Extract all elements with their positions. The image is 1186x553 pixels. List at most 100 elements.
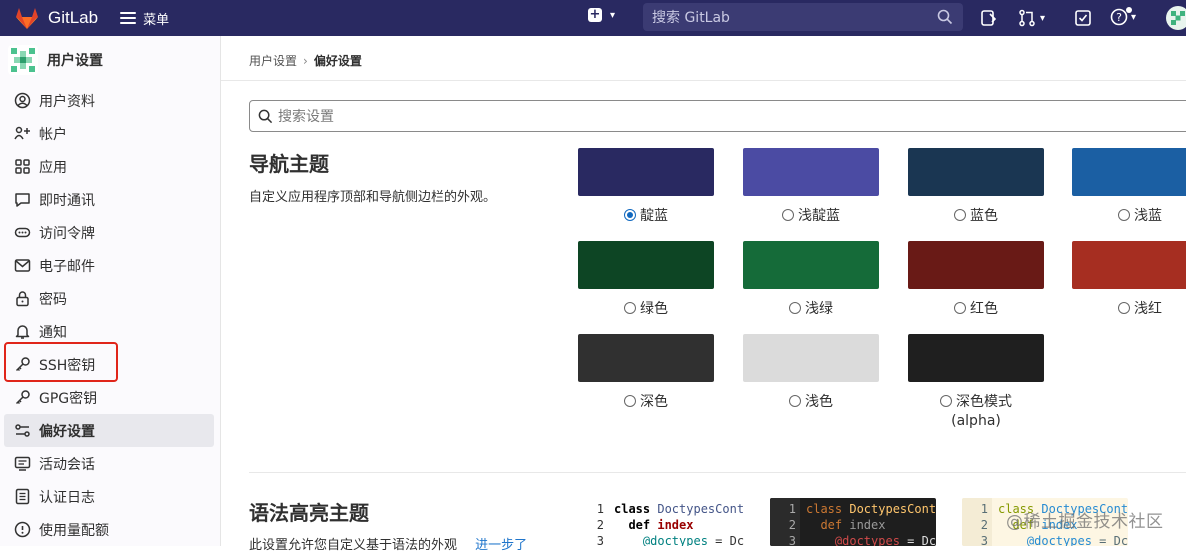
help-button[interactable]: ? ▾ [1110,7,1137,26]
radio-button[interactable] [624,302,636,314]
theme-swatch[interactable] [578,148,714,196]
line-number: 2 [788,518,796,532]
theme-swatch[interactable] [908,334,1044,382]
sidebar-item-emails[interactable]: 电子邮件 [0,249,220,282]
theme-label: 浅绿 [805,301,833,317]
radio-button[interactable] [1118,209,1130,221]
radio-button[interactable] [782,209,794,221]
theme-label: 绿色 [640,301,668,317]
syntax-preview-light[interactable]: 1 2 3 class DoctypesCont def index @doctype… [578,498,744,546]
theme-label-suffix: (alpha) [951,413,1001,429]
sidebar-item-label: GPG密钥 [39,390,98,407]
theme-swatch[interactable] [743,148,879,196]
theme-radio-option[interactable]: 浅绿 [743,298,879,318]
sidebar-item-preferences[interactable]: 偏好设置 [4,414,214,447]
theme-swatch[interactable] [908,241,1044,289]
theme-swatch[interactable] [743,241,879,289]
plus-square-icon: + [588,7,602,22]
theme-swatch[interactable] [908,148,1044,196]
log-icon [15,488,30,505]
sidebar-item-label: 通知 [39,324,67,341]
sidebar-item-label: 使用量配额 [39,522,109,539]
theme-radio-option[interactable]: 深色模式 [908,391,1044,411]
breadcrumb-parent[interactable]: 用户设置 [249,52,297,69]
bell-icon [15,325,30,339]
theme-swatch[interactable] [578,334,714,382]
radio-button[interactable] [1118,302,1130,314]
radio-button[interactable] [789,395,801,407]
todo-icon[interactable] [1074,9,1092,27]
code-lines: class DoctypesCont def index @doctypes =… [806,501,936,546]
section-divider [249,472,1186,473]
sidebar-item-applications[interactable]: 应用 [0,150,220,183]
preferences-icon [15,424,30,437]
search-icon [258,109,273,124]
chat-icon [15,193,30,207]
theme-label: 靛蓝 [640,208,668,224]
theme-radio-option[interactable]: 浅蓝 [1072,205,1186,225]
notification-dot [1126,7,1132,13]
sidebar-item-label: 访问令牌 [39,225,95,242]
radio-button[interactable] [624,395,636,407]
radio-button[interactable] [954,209,966,221]
sidebar-item-profile[interactable]: 用户资料 [0,84,220,117]
breadcrumb-current: 偏好设置 [313,54,362,68]
settings-search-placeholder: 搜索设置 [278,109,334,125]
sidebar-item-active-sessions[interactable]: 活动会话 [0,447,220,480]
sidebar-item-label: 帐户 [39,126,67,143]
theme-label: 蓝色 [970,208,998,224]
radio-button[interactable] [954,302,966,314]
theme-label: 浅红 [1134,301,1162,317]
chevron-down-icon: ▾ [1131,11,1137,23]
theme-radio-option[interactable]: 蓝色 [908,205,1044,225]
theme-radio-option[interactable]: 深色 [578,391,714,411]
theme-radio-option[interactable]: 浅色 [743,391,879,411]
brand-name: GitLab [48,8,99,27]
issues-icon[interactable] [980,9,998,27]
merge-requests-button[interactable]: ▾ [1018,9,1045,27]
sidebar-item-usage-quotas[interactable]: 使用量配额 [0,513,220,546]
code-line: def index [820,518,886,532]
line-number: 2 [596,518,604,532]
sidebar-item-chat[interactable]: 即时通讯 [0,183,220,216]
user-icon [14,92,31,109]
theme-radio-option[interactable]: 绿色 [578,298,714,318]
theme-swatch[interactable] [1072,241,1186,289]
sidebar-header[interactable]: 用户设置 [0,36,220,84]
sidebar-item-auth-log[interactable]: 认证日志 [0,480,220,513]
sidebar-item-password[interactable]: 密码 [0,282,220,315]
code-line: @doctypes = Dc [1026,534,1128,546]
code-lines: class DoctypesCont def index @doctypes =… [614,501,744,546]
settings-search-input[interactable]: 搜索设置 [249,100,1186,132]
global-search-input[interactable]: 搜索 GitLab [643,3,963,31]
identicon-avatar [8,45,38,75]
line-number: 3 [596,534,604,546]
sidebar-item-gpg-keys[interactable]: GPG密钥 [0,381,220,414]
syntax-theme-description: 此设置允许您自定义基于语法的外观 进一步了 [249,534,527,553]
radio-button[interactable] [789,302,801,314]
sidebar-item-label: 密码 [39,291,67,308]
sidebar-item-label: 电子邮件 [39,258,95,275]
line-numbers: 1 2 3 [578,501,604,546]
menu-button[interactable]: 菜单 [120,9,169,28]
code-line: class DoctypesCont [806,502,936,516]
user-avatar[interactable] [1166,6,1186,30]
breadcrumb-divider [221,80,1186,81]
radio-button[interactable] [940,395,952,407]
gitlab-logo[interactable]: GitLab [14,5,98,31]
theme-radio-option[interactable]: 红色 [908,298,1044,318]
new-dropdown-button[interactable]: + ▾ [588,8,615,22]
theme-swatch[interactable] [743,334,879,382]
sidebar-item-account[interactable]: 帐户 [0,117,220,150]
theme-swatch[interactable] [1072,148,1186,196]
radio-button[interactable] [624,209,636,221]
theme-label: 浅蓝 [1134,208,1162,224]
sidebar-item-access-tokens[interactable]: 访问令牌 [0,216,220,249]
line-number: 3 [980,534,988,546]
theme-radio-option[interactable]: 靛蓝 [578,205,714,225]
theme-swatch[interactable] [578,241,714,289]
theme-radio-option[interactable]: 浅红 [1072,298,1186,318]
syntax-preview-dark[interactable]: 1 2 3 class DoctypesCont def index @doctype… [770,498,936,546]
theme-radio-option[interactable]: 浅靛蓝 [743,205,879,225]
menu-label: 菜单 [143,12,170,28]
